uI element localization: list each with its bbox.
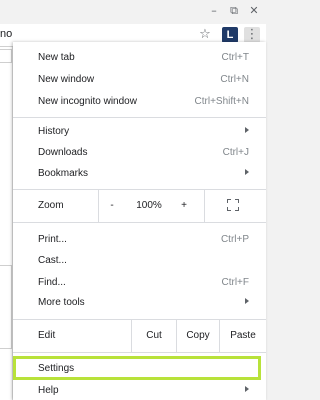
- page-panel-fragment: [0, 265, 12, 349]
- cut-button[interactable]: Cut: [132, 330, 176, 341]
- minimize-button[interactable]: –: [206, 2, 222, 20]
- menu-item-help[interactable]: Help: [13, 380, 266, 400]
- edit-row: Edit Cut Copy Paste: [13, 320, 266, 352]
- menu-divider: [13, 352, 266, 353]
- zoom-label: Zoom: [38, 200, 64, 211]
- submenu-arrow-icon: [245, 169, 249, 175]
- page-input-fragment: [0, 49, 12, 63]
- zoom-row: Zoom - 100% +: [13, 190, 266, 222]
- submenu-arrow-icon: [245, 298, 249, 304]
- extension-icon[interactable]: L: [222, 27, 238, 43]
- menu-item-shortcut: Ctrl+N: [220, 74, 249, 85]
- fullscreen-icon[interactable]: [227, 199, 239, 211]
- menu-item-more-tools[interactable]: More tools: [13, 292, 266, 312]
- address-text-fragment[interactable]: no: [0, 28, 14, 40]
- menu-item-label: More tools: [38, 297, 85, 308]
- maximize-button[interactable]: ⧉: [226, 2, 242, 20]
- submenu-arrow-icon: [245, 386, 249, 392]
- menu-item-label: New tab: [38, 52, 75, 63]
- menu-item-label: New window: [38, 74, 95, 85]
- menu-item-label: Print...: [38, 234, 67, 245]
- menu-divider: [13, 117, 266, 118]
- submenu-arrow-icon: [245, 127, 249, 133]
- menu-kebab-icon[interactable]: ⋮: [244, 27, 260, 43]
- close-button[interactable]: ✕: [246, 2, 262, 20]
- menu-item-shortcut: Ctrl+F: [221, 277, 250, 288]
- menu-item-find[interactable]: Find... Ctrl+F: [13, 272, 266, 292]
- zoom-divider: [204, 190, 205, 222]
- menu-item-label: History: [38, 126, 70, 137]
- menu-item-shortcut: Ctrl+J: [222, 147, 249, 158]
- page-content-edge: [0, 47, 13, 400]
- menu-item-new-tab[interactable]: New tab Ctrl+T: [13, 47, 266, 67]
- menu-item-label: Find...: [38, 277, 66, 288]
- menu-item-label: Downloads: [38, 147, 88, 158]
- menu-divider: [13, 222, 266, 223]
- menu-item-shortcut: Ctrl+Shift+N: [194, 96, 249, 107]
- menu-item-shortcut: Ctrl+P: [220, 234, 249, 245]
- menu-item-label: New incognito window: [38, 96, 137, 107]
- window-titlebar: – ⧉ ✕: [0, 0, 266, 24]
- menu-item-bookmarks[interactable]: Bookmarks: [13, 163, 266, 183]
- menu-item-new-window[interactable]: New window Ctrl+N: [13, 69, 266, 89]
- edit-label: Edit: [38, 330, 56, 341]
- menu-item-new-incognito-window[interactable]: New incognito window Ctrl+Shift+N: [13, 91, 266, 111]
- paste-button[interactable]: Paste: [220, 330, 266, 341]
- bookmark-star-icon[interactable]: ☆: [197, 27, 213, 43]
- settings-highlight-frame: [13, 356, 261, 380]
- menu-item-shortcut: Ctrl+T: [221, 52, 250, 63]
- menu-item-label: Cast...: [38, 255, 67, 266]
- copy-button[interactable]: Copy: [177, 330, 219, 341]
- menu-item-label: Help: [38, 385, 59, 396]
- browser-menu: New tab Ctrl+T New window Ctrl+N New inc…: [13, 42, 266, 400]
- zoom-level: 100%: [136, 200, 162, 211]
- zoom-in-button[interactable]: +: [171, 200, 197, 211]
- menu-item-cast[interactable]: Cast...: [13, 250, 266, 270]
- zoom-out-button[interactable]: -: [99, 200, 125, 211]
- menu-item-history[interactable]: History: [13, 121, 266, 141]
- menu-item-downloads[interactable]: Downloads Ctrl+J: [13, 142, 266, 162]
- menu-item-label: Bookmarks: [38, 168, 89, 179]
- menu-item-print[interactable]: Print... Ctrl+P: [13, 229, 266, 249]
